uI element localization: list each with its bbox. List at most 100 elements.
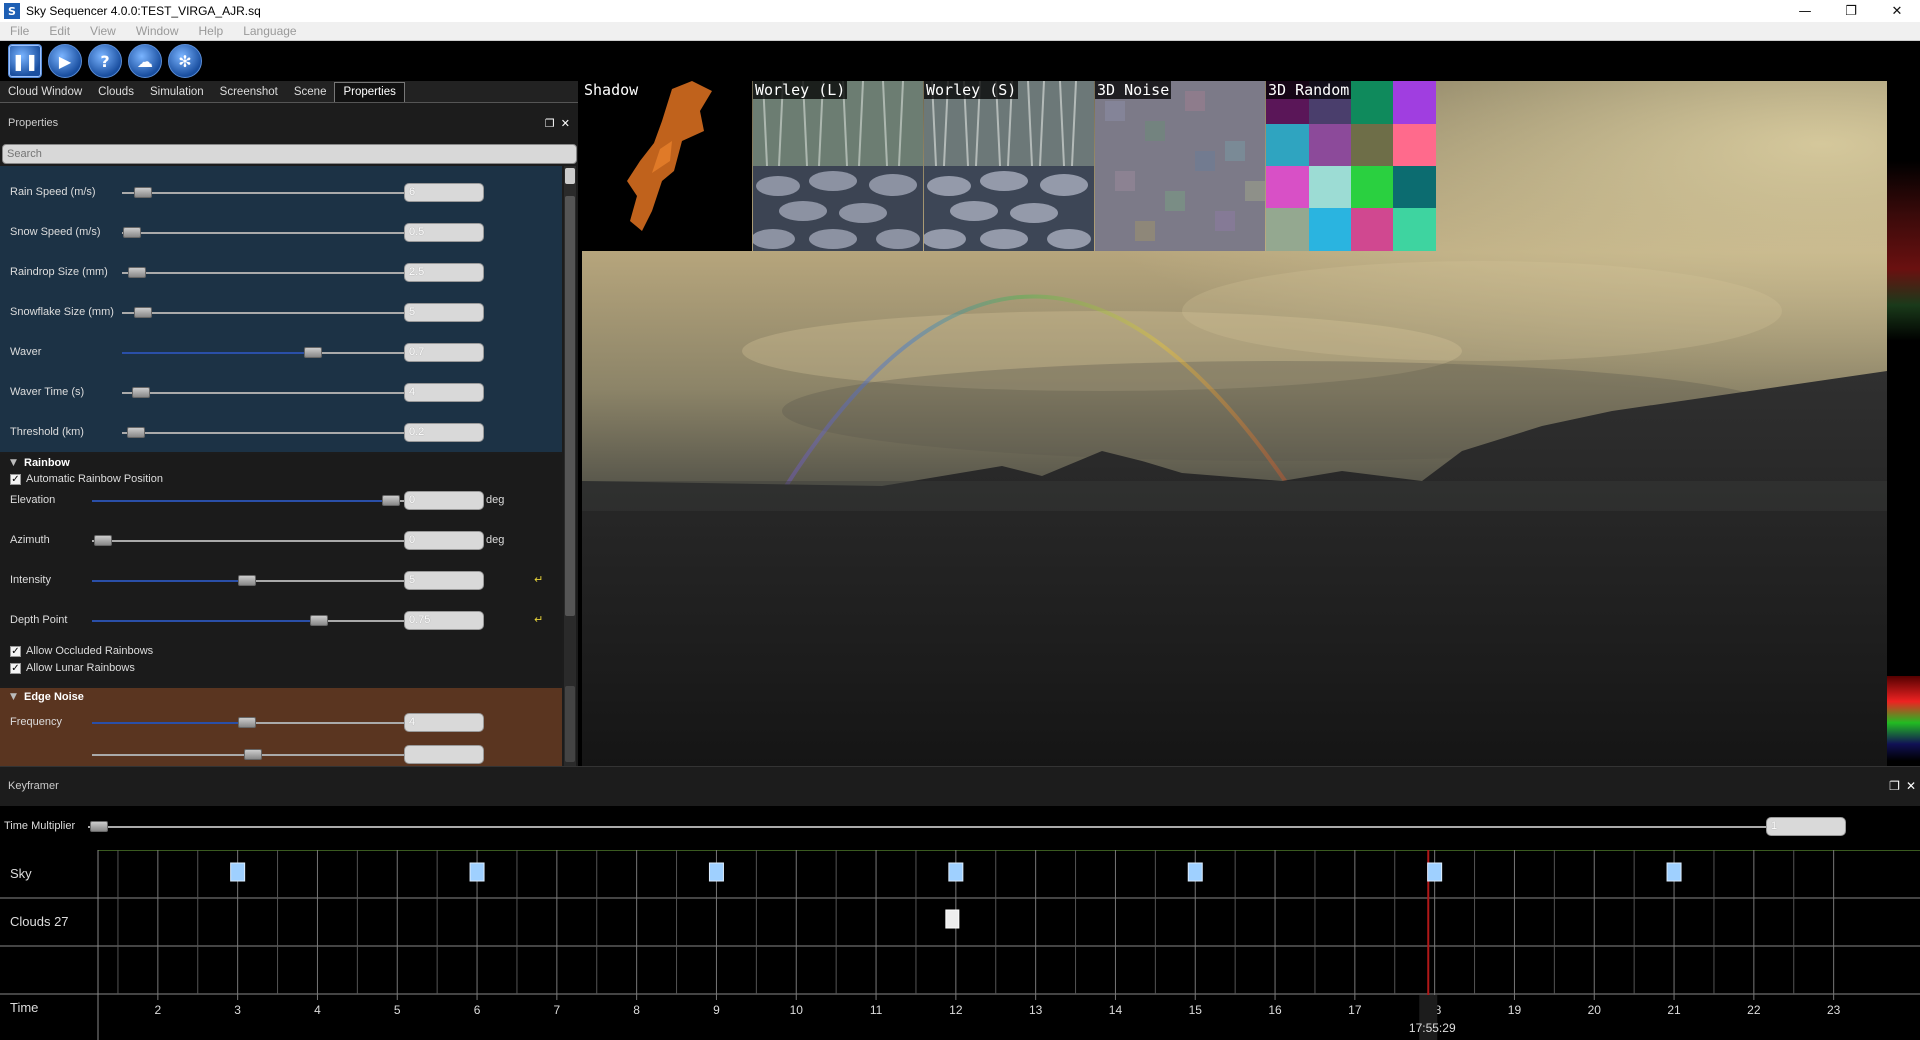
cloud-icon: ☁ [137, 51, 153, 71]
menu-window[interactable]: Window [126, 24, 189, 38]
waver-time-slider[interactable] [132, 387, 150, 398]
render-viewport[interactable]: Shadow Worley (L) Worley (S) 3D Noise 3D… [582, 81, 1920, 766]
threshold-track[interactable] [122, 432, 404, 434]
properties-scrollbar[interactable] [564, 166, 576, 766]
checkbox-checked-icon[interactable]: ✓ [10, 662, 21, 674]
waver-time-track[interactable] [122, 392, 404, 394]
threshold-field[interactable]: 0.2 [404, 423, 484, 442]
title-bar: S Sky Sequencer 4.0.0:TEST_VIRGA_AJR.sq … [0, 0, 1920, 22]
time-multiplier-label: Time Multiplier [4, 820, 76, 832]
pause-button[interactable]: ❚❚ [8, 44, 42, 78]
current-time-readout: 17:55:29 [1409, 1021, 1456, 1035]
waver-time-field[interactable]: 4 [404, 383, 484, 402]
restore-icon[interactable]: ❐ [1828, 0, 1874, 22]
rainbow-section: ▼ Rainbow ✓ Automatic Rainbow Position E… [0, 454, 562, 686]
close-panel-icon[interactable]: ✕ [561, 117, 570, 130]
minimize-icon[interactable]: — [1782, 0, 1828, 22]
elevation-field[interactable]: 0 [404, 491, 484, 510]
rain-speed-field[interactable]: 6 [404, 183, 484, 202]
threshold-slider[interactable] [127, 427, 145, 438]
waver-field[interactable]: 0.7 [404, 343, 484, 362]
menu-view[interactable]: View [80, 24, 126, 38]
azimuth-track[interactable] [92, 540, 404, 542]
undock-icon[interactable]: ❐ [545, 117, 555, 130]
help-button[interactable]: ? [88, 44, 122, 78]
sky-keyframe[interactable] [1427, 862, 1443, 882]
raindrop-size-track[interactable] [122, 272, 404, 274]
tab-scene[interactable]: Scene [286, 83, 335, 102]
step-forward-button[interactable]: ▶ [48, 44, 82, 78]
tab-cloud-window[interactable]: Cloud Window [0, 83, 90, 102]
auto-rainbow-checkbox[interactable]: ✓ Automatic Rainbow Position [10, 472, 163, 486]
raindrop-size-field[interactable]: 2.5 [404, 263, 484, 282]
time-multiplier-field[interactable]: 1 [1766, 817, 1846, 836]
scrollbar-thumb[interactable] [565, 196, 575, 616]
swirl-button[interactable]: ✻ [168, 44, 202, 78]
partial-slider[interactable] [244, 749, 262, 760]
undock-icon[interactable]: ❐ [1889, 779, 1900, 793]
frequency-field[interactable]: 4 [404, 713, 484, 732]
scrollbar-thumb-lower[interactable] [565, 686, 575, 762]
search-input[interactable] [2, 144, 577, 164]
time-multiplier-track[interactable] [88, 826, 1768, 828]
rainbow-header[interactable]: ▼ Rainbow [0, 454, 562, 474]
menu-help[interactable]: Help [189, 24, 234, 38]
timeline-grid[interactable]: 23456789101112131415161718192021222317:5… [0, 850, 1920, 1040]
collapse-arrow-icon[interactable]: ▼ [10, 692, 17, 702]
sky-keyframe[interactable] [948, 862, 964, 882]
checkbox-checked-icon[interactable]: ✓ [10, 473, 21, 485]
collapse-arrow-icon[interactable]: ▼ [10, 458, 17, 468]
rain-speed-track[interactable] [122, 192, 404, 194]
time-tick-label: 16 [1268, 1003, 1282, 1017]
scroll-up-icon[interactable] [565, 168, 575, 184]
menu-edit[interactable]: Edit [39, 24, 80, 38]
close-icon[interactable]: ✕ [1874, 0, 1920, 22]
waver-slider[interactable] [304, 347, 322, 358]
time-multiplier-slider[interactable] [90, 821, 108, 832]
frequency-slider[interactable] [238, 717, 256, 728]
depth-point-field[interactable]: 0.75 [404, 611, 484, 630]
waver-label: Waver [10, 346, 42, 358]
menu-language[interactable]: Language [233, 24, 306, 38]
allow-lunar-checkbox[interactable]: ✓ Allow Lunar Rainbows [10, 661, 135, 675]
snow-speed-slider[interactable] [123, 227, 141, 238]
sky-keyframe[interactable] [1666, 862, 1682, 882]
time-tick-label: 3 [234, 1003, 241, 1017]
menu-file[interactable]: File [0, 24, 39, 38]
keyframe-timeline[interactable]: 23456789101112131415161718192021222317:5… [0, 850, 1920, 1040]
cloud-button[interactable]: ☁ [128, 44, 162, 78]
sky-keyframe[interactable] [708, 862, 724, 882]
azimuth-slider[interactable] [94, 535, 112, 546]
rain-speed-row: Rain Speed (m/s) 6 [0, 182, 562, 204]
clouds-keyframe[interactable] [945, 909, 960, 929]
depth-point-slider[interactable] [310, 615, 328, 626]
close-panel-icon[interactable]: ✕ [1906, 779, 1916, 793]
rain-speed-slider[interactable] [134, 187, 152, 198]
snowflake-size-slider[interactable] [134, 307, 152, 318]
sky-keyframe[interactable] [1187, 862, 1203, 882]
reset-icon[interactable]: ↵ [534, 573, 543, 586]
snowflake-size-field[interactable]: 5 [404, 303, 484, 322]
reset-icon[interactable]: ↵ [534, 613, 543, 626]
elevation-slider[interactable] [382, 495, 400, 506]
tab-clouds[interactable]: Clouds [90, 83, 142, 102]
sky-keyframe[interactable] [469, 862, 485, 882]
edge-noise-header[interactable]: ▼ Edge Noise [0, 688, 562, 708]
snowflake-size-track[interactable] [122, 312, 404, 314]
snow-speed-field[interactable]: 0.5 [404, 223, 484, 242]
raindrop-size-slider[interactable] [128, 267, 146, 278]
intensity-slider[interactable] [238, 575, 256, 586]
tab-simulation[interactable]: Simulation [142, 83, 212, 102]
intensity-label: Intensity [10, 574, 51, 586]
partial-row [0, 744, 562, 766]
allow-occluded-checkbox[interactable]: ✓ Allow Occluded Rainbows [10, 644, 153, 658]
azimuth-field[interactable]: 0 [404, 531, 484, 550]
sky-keyframe[interactable] [230, 862, 246, 882]
tab-screenshot[interactable]: Screenshot [212, 83, 286, 102]
partial-field[interactable] [404, 745, 484, 764]
time-tick-label: 21 [1667, 1003, 1681, 1017]
snow-speed-track[interactable] [122, 232, 404, 234]
tab-properties[interactable]: Properties [334, 82, 405, 102]
checkbox-checked-icon[interactable]: ✓ [10, 645, 21, 657]
intensity-field[interactable]: 5 [404, 571, 484, 590]
